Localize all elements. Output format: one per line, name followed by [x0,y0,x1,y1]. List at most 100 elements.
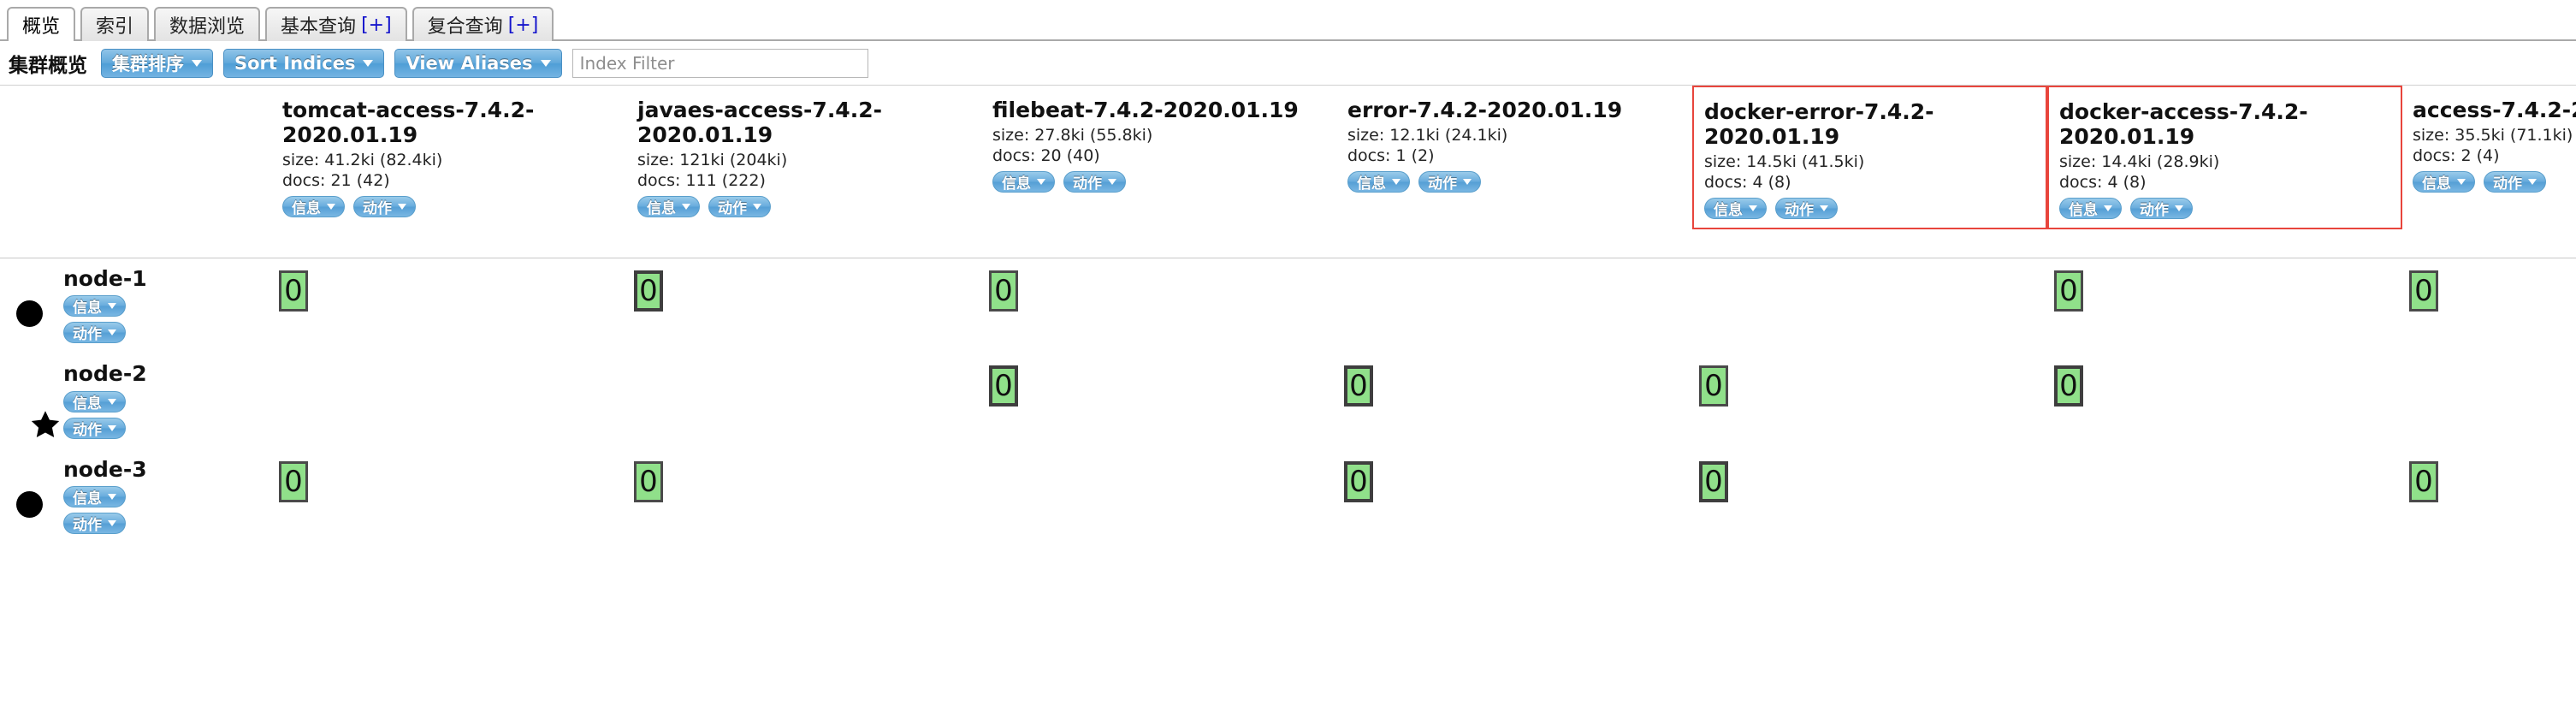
shard-node-2-col4[interactable]: 0 [1344,365,1373,407]
shard-node-3-col7[interactable]: 0 [2409,460,2438,502]
index-action-button[interactable]: 动作 [2484,170,2546,193]
index-info-button[interactable]: 信息 [1347,170,1410,193]
index-name: javaes-access-7.4.2-2020.01.19 [637,98,882,147]
tab-1[interactable]: 概览 [7,7,76,41]
index-action-button-label: 动作 [718,199,747,217]
index-docs: docs: 1 (2) [1347,145,1435,165]
chevron-down-icon [2104,205,2112,211]
shard-cell-3-2: 0 [627,449,982,545]
chevron-down-icon [1392,178,1401,185]
node-action-button[interactable]: 动作 [63,322,126,343]
index-action-button-label: 动作 [363,199,392,217]
index-info-button[interactable]: 信息 [282,195,345,217]
node-action-button-label: 动作 [73,421,102,439]
shard-node-3-col1[interactable]: 0 [279,460,308,502]
index-header-5[interactable]: docker-error-7.4.2-2020.01.19 size: 14.5k… [1692,86,2047,229]
tab-bar: 概览 索引 数据浏览 基本查询 [+] 复合查询 [+] [0,0,2576,41]
index-info-button[interactable]: 信息 [637,195,700,217]
tab-expand-icon[interactable]: [+] [508,15,539,36]
index-header-4[interactable]: error-7.4.2-2020.01.19 size: 12.1ki (24.1… [1337,86,1692,201]
index-name: docker-access-7.4.2-2020.01.19 [2059,99,2308,149]
index-info-button[interactable]: 信息 [992,170,1055,193]
shard-node-1-col2[interactable]: 0 [634,270,663,312]
index-name: access-7.4.2-2020.01.19 [2413,98,2576,122]
index-action-button-label: 动作 [1428,175,1457,193]
index-name: error-7.4.2-2020.01.19 [1347,98,1623,122]
tab-2[interactable]: 索引 [80,7,150,41]
index-info-button-label: 信息 [647,199,676,217]
chevron-down-icon [108,494,116,500]
index-name: tomcat-access-7.4.2-2020.01.19 [282,98,535,147]
index-action-button[interactable]: 动作 [353,195,416,217]
cluster-toolbar: 集群概览 集群排序 Sort Indices View Aliases [0,41,2576,86]
index-filter-input[interactable] [571,48,868,78]
cluster-sort-label: 集群排序 [112,53,184,74]
index-info-button[interactable]: 信息 [2413,170,2475,193]
node-info-button[interactable]: 信息 [63,486,126,507]
shard-cell-2-4: 0 [1337,353,1692,449]
shard-cell-3-5: 0 [1692,449,2047,545]
index-header-6[interactable]: docker-access-7.4.2-2020.01.19 size: 14.4… [2047,86,2402,229]
chevron-down-icon [540,59,551,67]
shard-cell-2-1 [272,353,627,449]
node-info-button[interactable]: 信息 [63,295,126,317]
index-info-button[interactable]: 信息 [2059,197,2122,219]
cluster-sort-button[interactable]: 集群排序 [101,48,213,78]
chevron-down-icon [108,303,116,309]
chevron-down-icon [1037,178,1045,185]
view-aliases-label: View Aliases [406,52,533,74]
index-info-button[interactable]: 信息 [1704,197,1767,219]
index-action-button[interactable]: 动作 [708,195,771,217]
shard-node-3-col2[interactable]: 0 [634,460,663,502]
shard-node-1-col6[interactable]: 0 [2054,270,2083,312]
index-size: size: 14.5ki (41.5ki) [1704,152,1865,171]
index-size: size: 121ki (204ki) [637,151,788,169]
node-cell-3: node-3 信息 动作 [58,449,272,545]
index-docs: docs: 20 (40) [992,145,1100,165]
grid-corner-node [58,86,272,229]
index-action-button[interactable]: 动作 [2130,197,2193,219]
shard-node-1-col7[interactable]: 0 [2409,270,2438,312]
sort-indices-button[interactable]: Sort Indices [223,48,385,78]
node-action-button[interactable]: 动作 [63,513,126,534]
index-docs: docs: 4 (8) [1704,172,1791,192]
tab-expand-icon[interactable]: [+] [361,15,392,36]
node-info-button[interactable]: 信息 [63,390,126,412]
shard-cell-3-7: 0 [2402,449,2576,545]
shard-cell-1-5 [1692,258,2047,354]
shard-cell-2-2 [627,353,982,449]
view-aliases-button[interactable]: View Aliases [394,48,562,78]
node-info-button-label: 信息 [73,300,102,317]
tab-label: 数据浏览 [169,16,246,38]
tab-3[interactable]: 数据浏览 [154,7,261,41]
tab-5[interactable]: 复合查询 [+] [412,7,554,41]
node-name: node-2 [63,361,147,386]
index-action-button[interactable]: 动作 [1418,170,1481,193]
chevron-down-icon [682,203,690,210]
shard-node-1-col1[interactable]: 0 [279,270,308,312]
index-action-button-label: 动作 [1785,201,1814,219]
index-header-2[interactable]: javaes-access-7.4.2-2020.01.19 size: 121k… [627,86,982,226]
chevron-down-icon [1463,178,1472,185]
shard-cell-1-3: 0 [982,258,1337,354]
shard-node-3-col4[interactable]: 0 [1344,460,1373,502]
chevron-down-icon [398,203,406,210]
index-action-button[interactable]: 动作 [1775,197,1838,219]
index-header-1[interactable]: tomcat-access-7.4.2-2020.01.19 size: 41.2… [272,86,627,226]
shard-node-3-col5[interactable]: 0 [1699,460,1728,502]
grid-separator [0,228,2576,258]
shard-cell-3-6 [2047,449,2402,545]
index-header-7[interactable]: access-7.4.2-2020.01.19 size: 35.5ki (71.… [2402,86,2576,201]
tab-4[interactable]: 基本查询 [+] [265,7,407,41]
tab-label: 索引 [96,16,134,38]
index-info-button-label: 信息 [2422,175,2451,193]
node-action-button[interactable]: 动作 [63,417,126,439]
index-action-button[interactable]: 动作 [1063,170,1126,193]
shard-node-2-col3[interactable]: 0 [989,365,1018,407]
shard-node-2-col6[interactable]: 0 [2054,365,2083,407]
shard-cell-2-3: 0 [982,353,1337,449]
shard-cell-1-4 [1337,258,1692,354]
shard-node-2-col5[interactable]: 0 [1699,365,1728,407]
shard-node-1-col3[interactable]: 0 [989,270,1018,312]
index-header-3[interactable]: filebeat-7.4.2-2020.01.19 size: 27.8ki (5… [982,86,1337,201]
